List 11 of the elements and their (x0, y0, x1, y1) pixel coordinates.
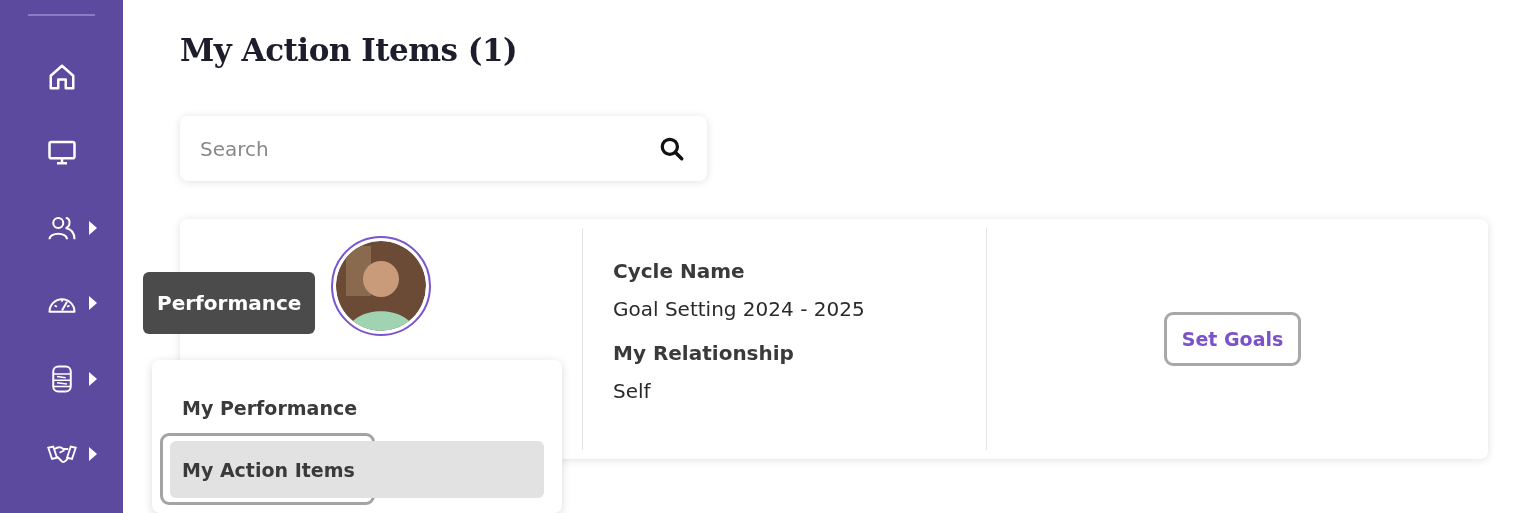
field-value: Goal Setting 2024 - 2025 (613, 297, 866, 321)
menu-item[interactable]: My Performance (170, 393, 544, 423)
set-goals-button[interactable]: Set Goals (1163, 312, 1302, 366)
search-icon[interactable] (659, 136, 685, 162)
menu-item[interactable]: My Action Items (170, 441, 544, 498)
field-value: Self (613, 379, 652, 403)
search-field[interactable]: Search (180, 116, 707, 181)
field-label: My Relationship (613, 341, 795, 365)
tooltip: Performance (143, 272, 316, 334)
field-label: Cycle Name (613, 259, 746, 283)
page-title: My Action Items (1) (180, 32, 519, 68)
